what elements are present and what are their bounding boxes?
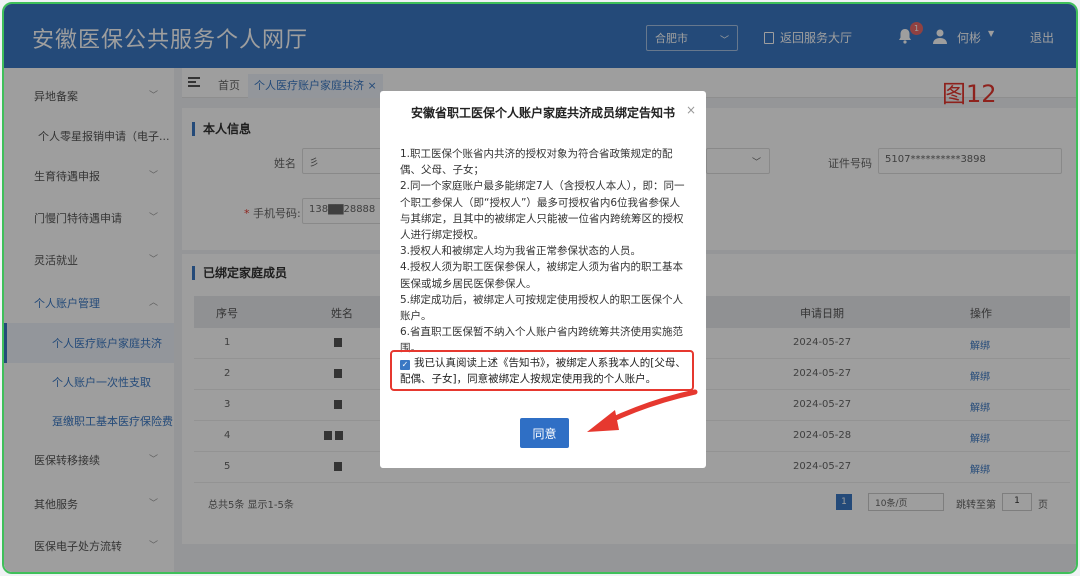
notice-paragraph: 1.职工医保个账省内共济的授权对象为符合省政策规定的配偶、父母、子女； [400, 148, 673, 177]
notice-paragraph: 3.授权人和被绑定人均为我省正常参保状态的人员。 [400, 245, 642, 258]
notice-paragraph: 2.同一个家庭账户最多能绑定7人（含授权人本人），即：同一个职工参保人（即“授权… [400, 180, 685, 242]
checkbox-checked-icon[interactable]: ✓ [400, 360, 410, 370]
red-arrow-annotation [587, 389, 698, 432]
notice-paragraph: 5.绑定成功后，被绑定人可按规定使用授权人的职工医保个人账户。 [400, 293, 684, 323]
screenshot-frame: 安徽医保公共服务个人网厅 合肥市 ﹀ 返回服务大厅 1 何彬 ▼ 退出 异地备案 ﹀… [2, 2, 1078, 574]
notice-paragraph: 4.授权人须为职工医保参保人，被绑定人须为省内的职工基本医保或城乡居民医保参保人… [400, 261, 684, 290]
agree-button[interactable]: 同意 [520, 418, 569, 448]
close-icon[interactable]: × [686, 103, 696, 117]
dialog-title: 安徽省职工医保个人账户家庭共济成员绑定告知书 [410, 106, 675, 120]
agreement-text: 我已认真阅读上述《告知书》，被绑定人系我本人的[父母、配偶、子女]，同意被绑定人… [400, 357, 686, 385]
dialog-body: 1.职工医保个账省内共济的授权对象为符合省政策规定的配偶、父母、子女； 2.同一… [400, 146, 686, 357]
